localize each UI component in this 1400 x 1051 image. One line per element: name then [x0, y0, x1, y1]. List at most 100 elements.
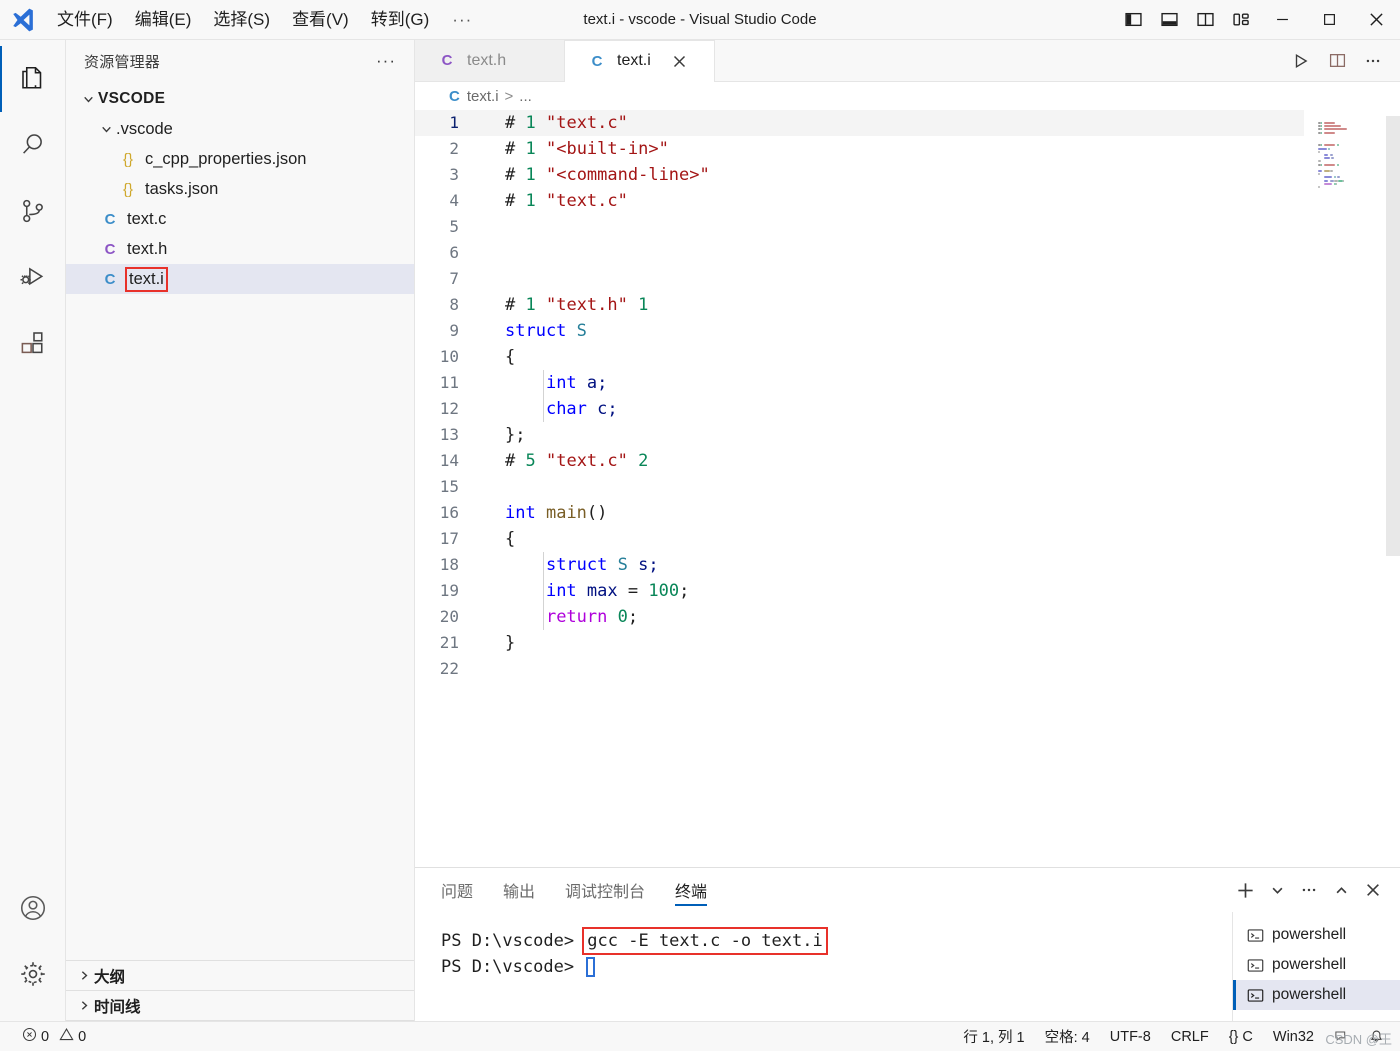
menu-edit[interactable]: 编辑(E) [124, 4, 203, 36]
code-line[interactable]: 9 struct S [415, 318, 1304, 344]
status-language-mode[interactable]: {} C [1219, 1022, 1263, 1051]
code-line[interactable]: 4 # 1 "text.c" [415, 188, 1304, 214]
more-actions-button[interactable] [1358, 46, 1388, 76]
panel-tab-output[interactable]: 输出 [503, 868, 535, 912]
terminal-output[interactable]: PS D:\vscode> gcc -E text.c -o text.i PS… [415, 912, 1232, 1021]
split-editor-icon[interactable] [1322, 46, 1352, 76]
minimize-button[interactable] [1259, 0, 1306, 40]
menu-file[interactable]: 文件(F) [46, 4, 124, 36]
code-line[interactable]: 18 struct S s; [415, 552, 1304, 578]
activity-settings[interactable] [0, 941, 66, 1007]
toggle-secondary-sidebar-icon[interactable] [1187, 0, 1223, 40]
status-platform[interactable]: Win32 [1263, 1022, 1324, 1051]
customize-layout-icon[interactable] [1223, 0, 1259, 40]
status-cursor-position[interactable]: 行 1, 列 1 [953, 1022, 1034, 1051]
indent-guide [543, 370, 544, 396]
tree-row-c-cpp-properties-json[interactable]: {} c_cpp_properties.json [66, 144, 414, 174]
tree-label: text.h [127, 239, 168, 258]
activity-run-debug[interactable] [0, 244, 66, 310]
close-panel-button[interactable] [1358, 875, 1388, 905]
menu-go[interactable]: 转到(G) [360, 4, 441, 36]
code-line[interactable]: 17 { [415, 526, 1304, 552]
code-text: # 1 "text.h" 1 [485, 292, 648, 318]
code-editor[interactable]: 1 # 1 "text.c" 2 # 1 "<built-in>" 3 # 1 "<com… [415, 110, 1400, 867]
terminal-list-item[interactable]: powershell [1233, 950, 1400, 980]
chevron-down-icon[interactable] [1262, 875, 1292, 905]
maximize-panel-button[interactable] [1326, 875, 1356, 905]
breadcrumb-symbols[interactable]: ... [519, 88, 532, 105]
code-line[interactable]: 16 int main() [415, 500, 1304, 526]
code-line[interactable]: 19 int max = 100; [415, 578, 1304, 604]
code-token: # [505, 451, 526, 471]
line-number: 9 [449, 321, 459, 340]
activity-explorer[interactable] [0, 46, 66, 112]
vscode-logo [0, 0, 46, 40]
terminal-list-item-selected[interactable]: powershell [1233, 980, 1400, 1010]
toggle-primary-sidebar-icon[interactable] [1115, 0, 1151, 40]
status-eol[interactable]: CRLF [1161, 1022, 1219, 1051]
panel-tab-problems[interactable]: 问题 [441, 868, 473, 912]
workbench-body: 资源管理器 ··· VSCODE .vscode {} c_cpp_proper… [0, 40, 1400, 1021]
editor-actions [1286, 40, 1400, 81]
code-line[interactable]: 10 { [415, 344, 1304, 370]
panel-tab-terminal[interactable]: 终端 [675, 868, 708, 912]
maximize-button[interactable] [1306, 0, 1353, 40]
code-line[interactable]: 2 # 1 "<built-in>" [415, 136, 1304, 162]
tab-text-i[interactable]: C text.i [565, 40, 715, 82]
c-file-icon: C [591, 52, 603, 70]
activity-accounts[interactable] [0, 875, 66, 941]
code-line[interactable]: 12 char c; [415, 396, 1304, 422]
menu-selection[interactable]: 选择(S) [202, 4, 281, 36]
breadcrumb-file[interactable]: text.i [467, 88, 499, 105]
code-line[interactable]: 5 [415, 214, 1304, 240]
code-line[interactable]: 7 [415, 266, 1304, 292]
tree-row-dot-vscode[interactable]: .vscode [66, 114, 414, 144]
code-line[interactable]: 21} [415, 630, 1304, 656]
code-line[interactable]: 22 [415, 656, 1304, 682]
status-indentation[interactable]: 空格: 4 [1035, 1022, 1100, 1051]
minimap-mark [1323, 128, 1348, 131]
code-text: # 1 "<built-in>" [485, 136, 669, 162]
code-line[interactable]: 3 # 1 "<command-line>" [415, 162, 1304, 188]
run-code-button[interactable] [1286, 46, 1316, 76]
activity-search[interactable] [0, 112, 66, 178]
code-line[interactable]: 6 [415, 240, 1304, 266]
code-token: 1 [525, 139, 536, 159]
tree-row-vscode-root[interactable]: VSCODE [66, 84, 414, 114]
code-line[interactable]: 8 # 1 "text.h" 1 [415, 292, 1304, 318]
panel-tab-debug-console[interactable]: 调试控制台 [565, 868, 645, 912]
sidebar-section-timeline[interactable]: 时间线 [66, 991, 414, 1021]
code-line[interactable]: 15 [415, 474, 1304, 500]
terminal-command-highlighted: gcc -E text.c -o text.i [582, 927, 828, 955]
activity-source-control[interactable] [0, 178, 66, 244]
activity-extensions[interactable] [0, 310, 66, 376]
status-feedback-button[interactable] [1324, 1022, 1359, 1051]
sidebar-more-actions-button[interactable]: ··· [368, 52, 404, 69]
status-problems[interactable]: 0 0 [12, 1022, 96, 1051]
code-line[interactable]: 20 return 0; [415, 604, 1304, 630]
menu-overflow-button[interactable]: ··· [440, 6, 484, 34]
status-notifications-button[interactable] [1359, 1022, 1394, 1051]
close-icon[interactable] [669, 50, 691, 72]
terminal-icon [1247, 927, 1264, 944]
tree-row-text-i[interactable]: C text.i [66, 264, 414, 294]
code-line[interactable]: 11 int a; [415, 370, 1304, 396]
panel-more-actions-button[interactable] [1294, 875, 1324, 905]
sidebar-section-outline[interactable]: 大纲 [66, 961, 414, 991]
code-line[interactable]: 14 # 5 "text.c" 2 [415, 448, 1304, 474]
code-line[interactable]: 1 # 1 "text.c" [415, 110, 1304, 136]
status-encoding[interactable]: UTF-8 [1100, 1022, 1161, 1051]
tab-text-h[interactable]: C text.h [415, 40, 565, 81]
tree-row-text-h[interactable]: C text.h [66, 234, 414, 264]
menu-view[interactable]: 查看(V) [281, 4, 360, 36]
code-line[interactable]: 13}; [415, 422, 1304, 448]
tree-row-text-c[interactable]: C text.c [66, 204, 414, 234]
tree-row-tasks-json[interactable]: {} tasks.json [66, 174, 414, 204]
toggle-panel-icon[interactable] [1151, 0, 1187, 40]
new-terminal-button[interactable] [1230, 875, 1260, 905]
terminal-list-item[interactable]: powershell [1233, 920, 1400, 950]
close-button[interactable] [1353, 0, 1400, 40]
line-number: 12 [439, 399, 459, 418]
